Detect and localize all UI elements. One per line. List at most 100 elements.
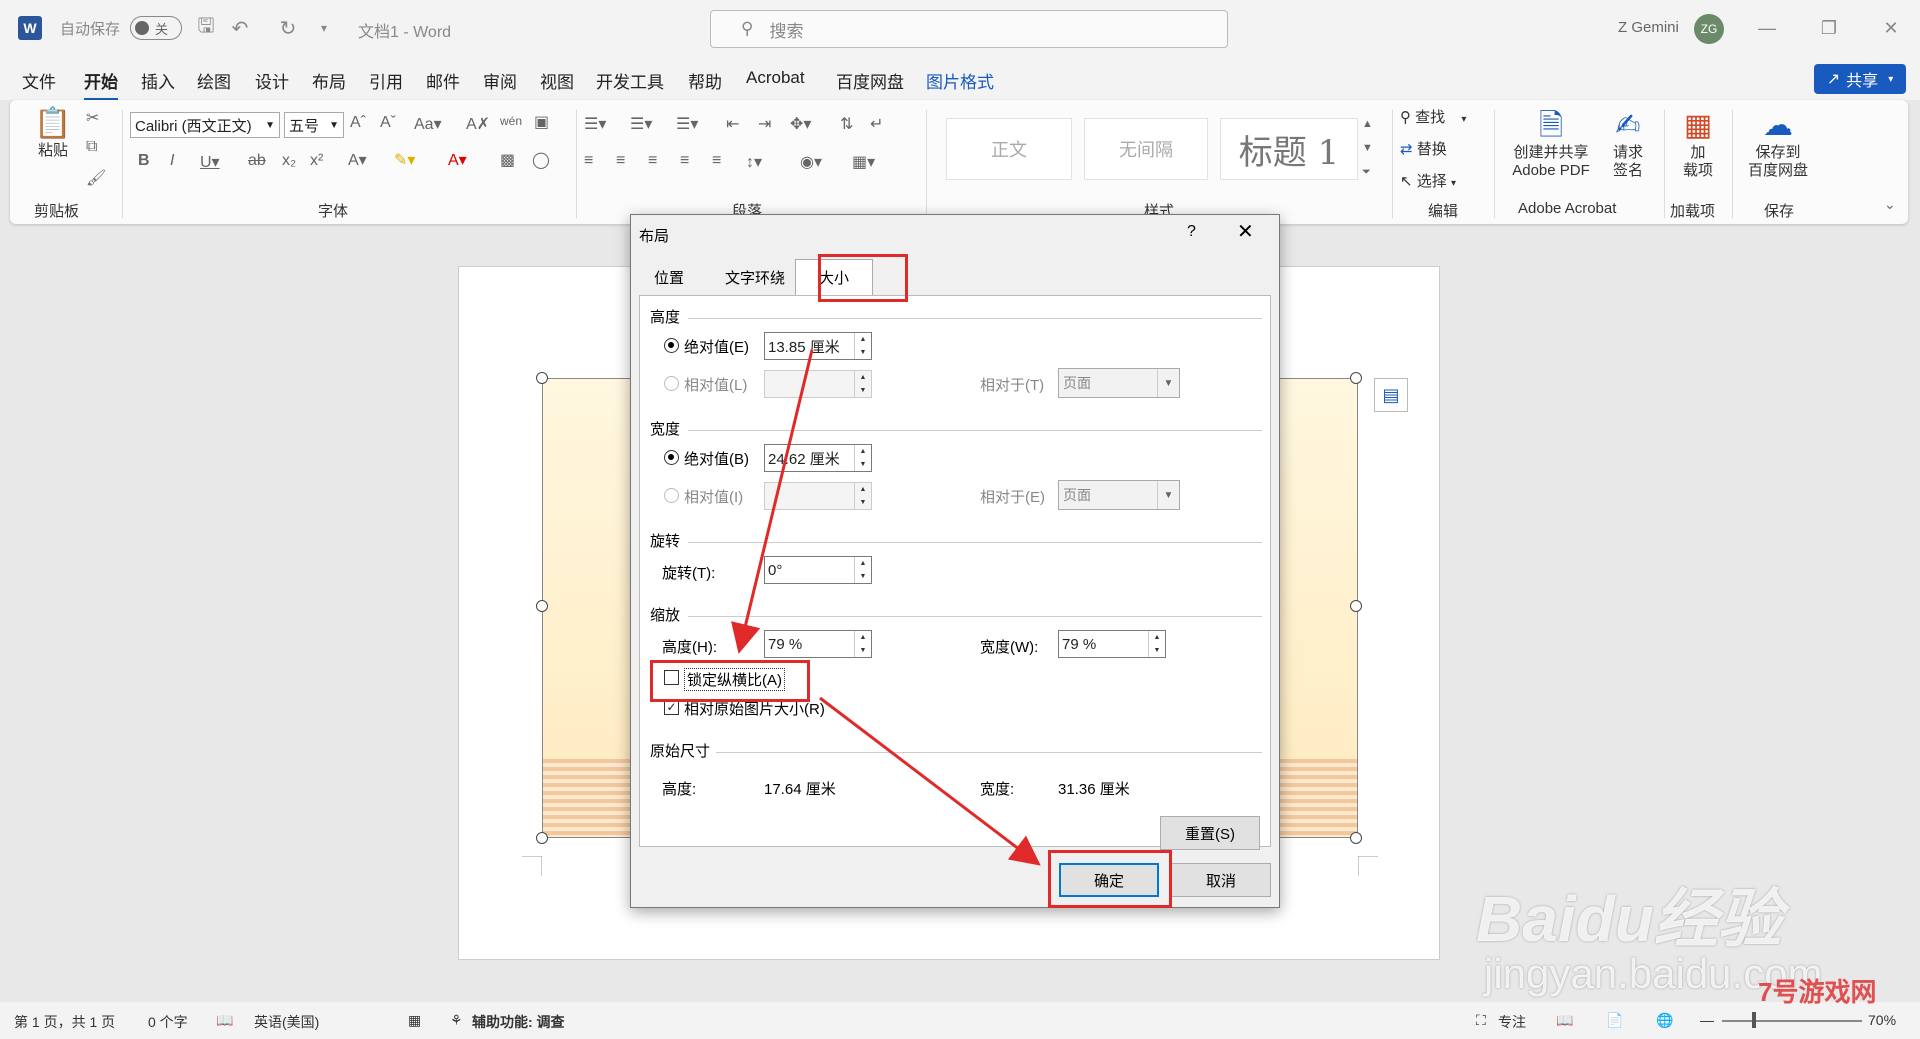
font-size-select[interactable]: 五号 ▼ [284,112,344,138]
resize-handle[interactable] [536,832,548,844]
justify-icon[interactable]: ≡ [680,152,689,170]
page-count[interactable]: 第 1 页，共 1 页 [14,1012,115,1032]
request-signature-button[interactable]: ✍ 请求 签名 [1604,108,1652,180]
relative-original-checkbox[interactable]: ✓ [664,700,679,715]
borders-icon[interactable]: ▦▾ [852,152,875,172]
replace-button[interactable]: ⇄ 替换 [1400,138,1447,159]
style-heading-1[interactable]: 标题 1 [1220,118,1358,180]
search-input[interactable]: ⚲ 搜索 [710,10,1228,48]
collapse-ribbon-icon[interactable]: ⌄ [1884,196,1896,213]
tab-references[interactable]: 引用 [369,68,403,93]
character-shading-icon[interactable]: ▩ [500,150,515,170]
paste-button[interactable]: 📋 粘贴 [28,106,78,160]
tab-position[interactable]: 位置 [639,261,699,293]
resize-handle[interactable] [1350,600,1362,612]
tab-layout[interactable]: 布局 [312,68,346,93]
tab-developer[interactable]: 开发工具 [596,68,664,93]
proofing-icon[interactable]: 📖 [216,1012,233,1029]
resize-handle[interactable] [1350,832,1362,844]
distributed-icon[interactable]: ≡ [712,152,721,170]
zoom-out-icon[interactable]: — [1700,1012,1714,1028]
layout-options-icon[interactable]: ▤ [1374,378,1408,412]
scale-height-input[interactable]: 79 % ▲ ▼ [764,630,872,658]
spin-buttons[interactable]: ▲ ▼ [854,371,871,397]
numbering-icon[interactable]: ☰▾ [630,114,652,134]
character-border-icon[interactable]: ▣ [534,112,549,132]
height-absolute-radio[interactable] [664,338,679,353]
spin-buttons[interactable]: ▲ ▼ [854,445,871,471]
cancel-button[interactable]: 取消 [1171,863,1271,897]
subscript-icon[interactable]: x₂ [282,152,296,170]
shrink-font-icon[interactable]: Aˇ [380,114,396,132]
highlight-icon[interactable]: ✎▾ [394,150,415,170]
height-relative-radio[interactable] [664,376,679,391]
change-case-icon[interactable]: Aa▾ [414,114,442,134]
resize-handle[interactable] [536,600,548,612]
width-absolute-input[interactable]: 24.62 厘米 ▲ ▼ [764,444,872,472]
customize-qat-icon[interactable]: ▾ [312,16,336,40]
find-button[interactable]: ⚲ 查找 ▾ [1400,106,1466,127]
language[interactable]: 英语(美国) [254,1012,319,1032]
height-relative-to-select[interactable]: 页面 ▼ [1058,368,1180,398]
redo-icon[interactable]: ↻ [276,16,300,40]
multilevel-list-icon[interactable]: ☰▾ [676,114,698,134]
decrease-indent-icon[interactable]: ⇤ [726,114,739,134]
create-share-pdf-button[interactable]: 🗎 创建并共享 Adobe PDF [1506,108,1596,180]
styles-scroll-down-icon[interactable]: ▼ [1362,142,1373,154]
format-painter-icon[interactable]: 🖌 [86,168,106,188]
macro-icon[interactable]: ▦ [408,1012,421,1029]
focus-mode[interactable]: 专注 [1498,1012,1526,1032]
cut-icon[interactable]: ✂ [86,108,99,128]
word-count[interactable]: 0 个字 [148,1012,188,1032]
bold-icon[interactable]: B [138,152,150,170]
line-spacing-icon[interactable]: ↕▾ [746,152,762,172]
show-marks-icon[interactable]: ↵ [870,114,883,134]
tab-file[interactable]: 文件 [22,68,56,93]
rotation-input[interactable]: 0° ▲ ▼ [764,556,872,584]
zoom-level[interactable]: 70% [1868,1012,1896,1028]
select-button[interactable]: ↖ 选择 ▾ [1400,170,1456,191]
tab-baidu-netdisk[interactable]: 百度网盘 [836,68,904,93]
tab-design[interactable]: 设计 [255,68,289,93]
share-button[interactable]: ↗ 共享 ▾ [1814,64,1906,94]
reset-button[interactable]: 重置(S) [1160,816,1260,850]
underline-icon[interactable]: U▾ [200,152,220,172]
tab-home[interactable]: 开始 [84,68,118,101]
sort-icon[interactable]: ⇅ [840,114,853,134]
undo-icon[interactable]: ↶ [228,16,252,40]
spin-buttons[interactable]: ▲ ▼ [854,557,871,583]
spin-buttons[interactable]: ▲ ▼ [854,483,871,509]
font-name-select[interactable]: Calibri (西文正文) ▼ [130,112,280,138]
save-to-baidu-button[interactable]: ☁ 保存到 百度网盘 [1740,108,1816,180]
tab-acrobat[interactable]: Acrobat [746,68,805,88]
width-relative-to-select[interactable]: 页面 ▼ [1058,480,1180,510]
italic-icon[interactable]: I [170,152,174,170]
minimize-icon[interactable]: — [1752,14,1782,42]
resize-handle[interactable] [536,372,548,384]
scale-width-input[interactable]: 79 % ▲ ▼ [1058,630,1166,658]
print-layout-icon[interactable]: 📄 [1606,1012,1623,1029]
zoom-slider-thumb[interactable] [1752,1012,1756,1028]
width-relative-radio[interactable] [664,488,679,503]
help-button[interactable]: ? [1187,223,1196,241]
read-mode-icon[interactable]: 📖 [1556,1012,1573,1029]
zoom-slider[interactable] [1722,1020,1862,1022]
spin-buttons[interactable]: ▲ ▼ [854,631,871,657]
styles-scroll-up-icon[interactable]: ▲ [1362,118,1373,130]
accessibility-status[interactable]: 辅助功能: 调查 [472,1012,565,1032]
tab-insert[interactable]: 插入 [141,68,175,93]
restore-icon[interactable]: ❐ [1814,14,1844,42]
tab-review[interactable]: 审阅 [483,68,517,93]
bullets-icon[interactable]: ☰▾ [584,114,606,134]
close-icon[interactable]: ✕ [1876,14,1906,42]
tab-picture-format[interactable]: 图片格式 [926,68,994,93]
superscript-icon[interactable]: x² [310,152,323,170]
spin-buttons[interactable]: ▲ ▼ [854,333,871,359]
web-layout-icon[interactable]: 🌐 [1656,1012,1673,1029]
tab-draw[interactable]: 绘图 [197,68,231,93]
style-no-spacing[interactable]: 无间隔 [1084,118,1208,180]
height-absolute-input[interactable]: 13.85 厘米 ▲ ▼ [764,332,872,360]
resize-handle[interactable] [1350,372,1362,384]
text-effects-icon[interactable]: A▾ [348,150,367,170]
avatar[interactable]: ZG [1694,14,1724,44]
